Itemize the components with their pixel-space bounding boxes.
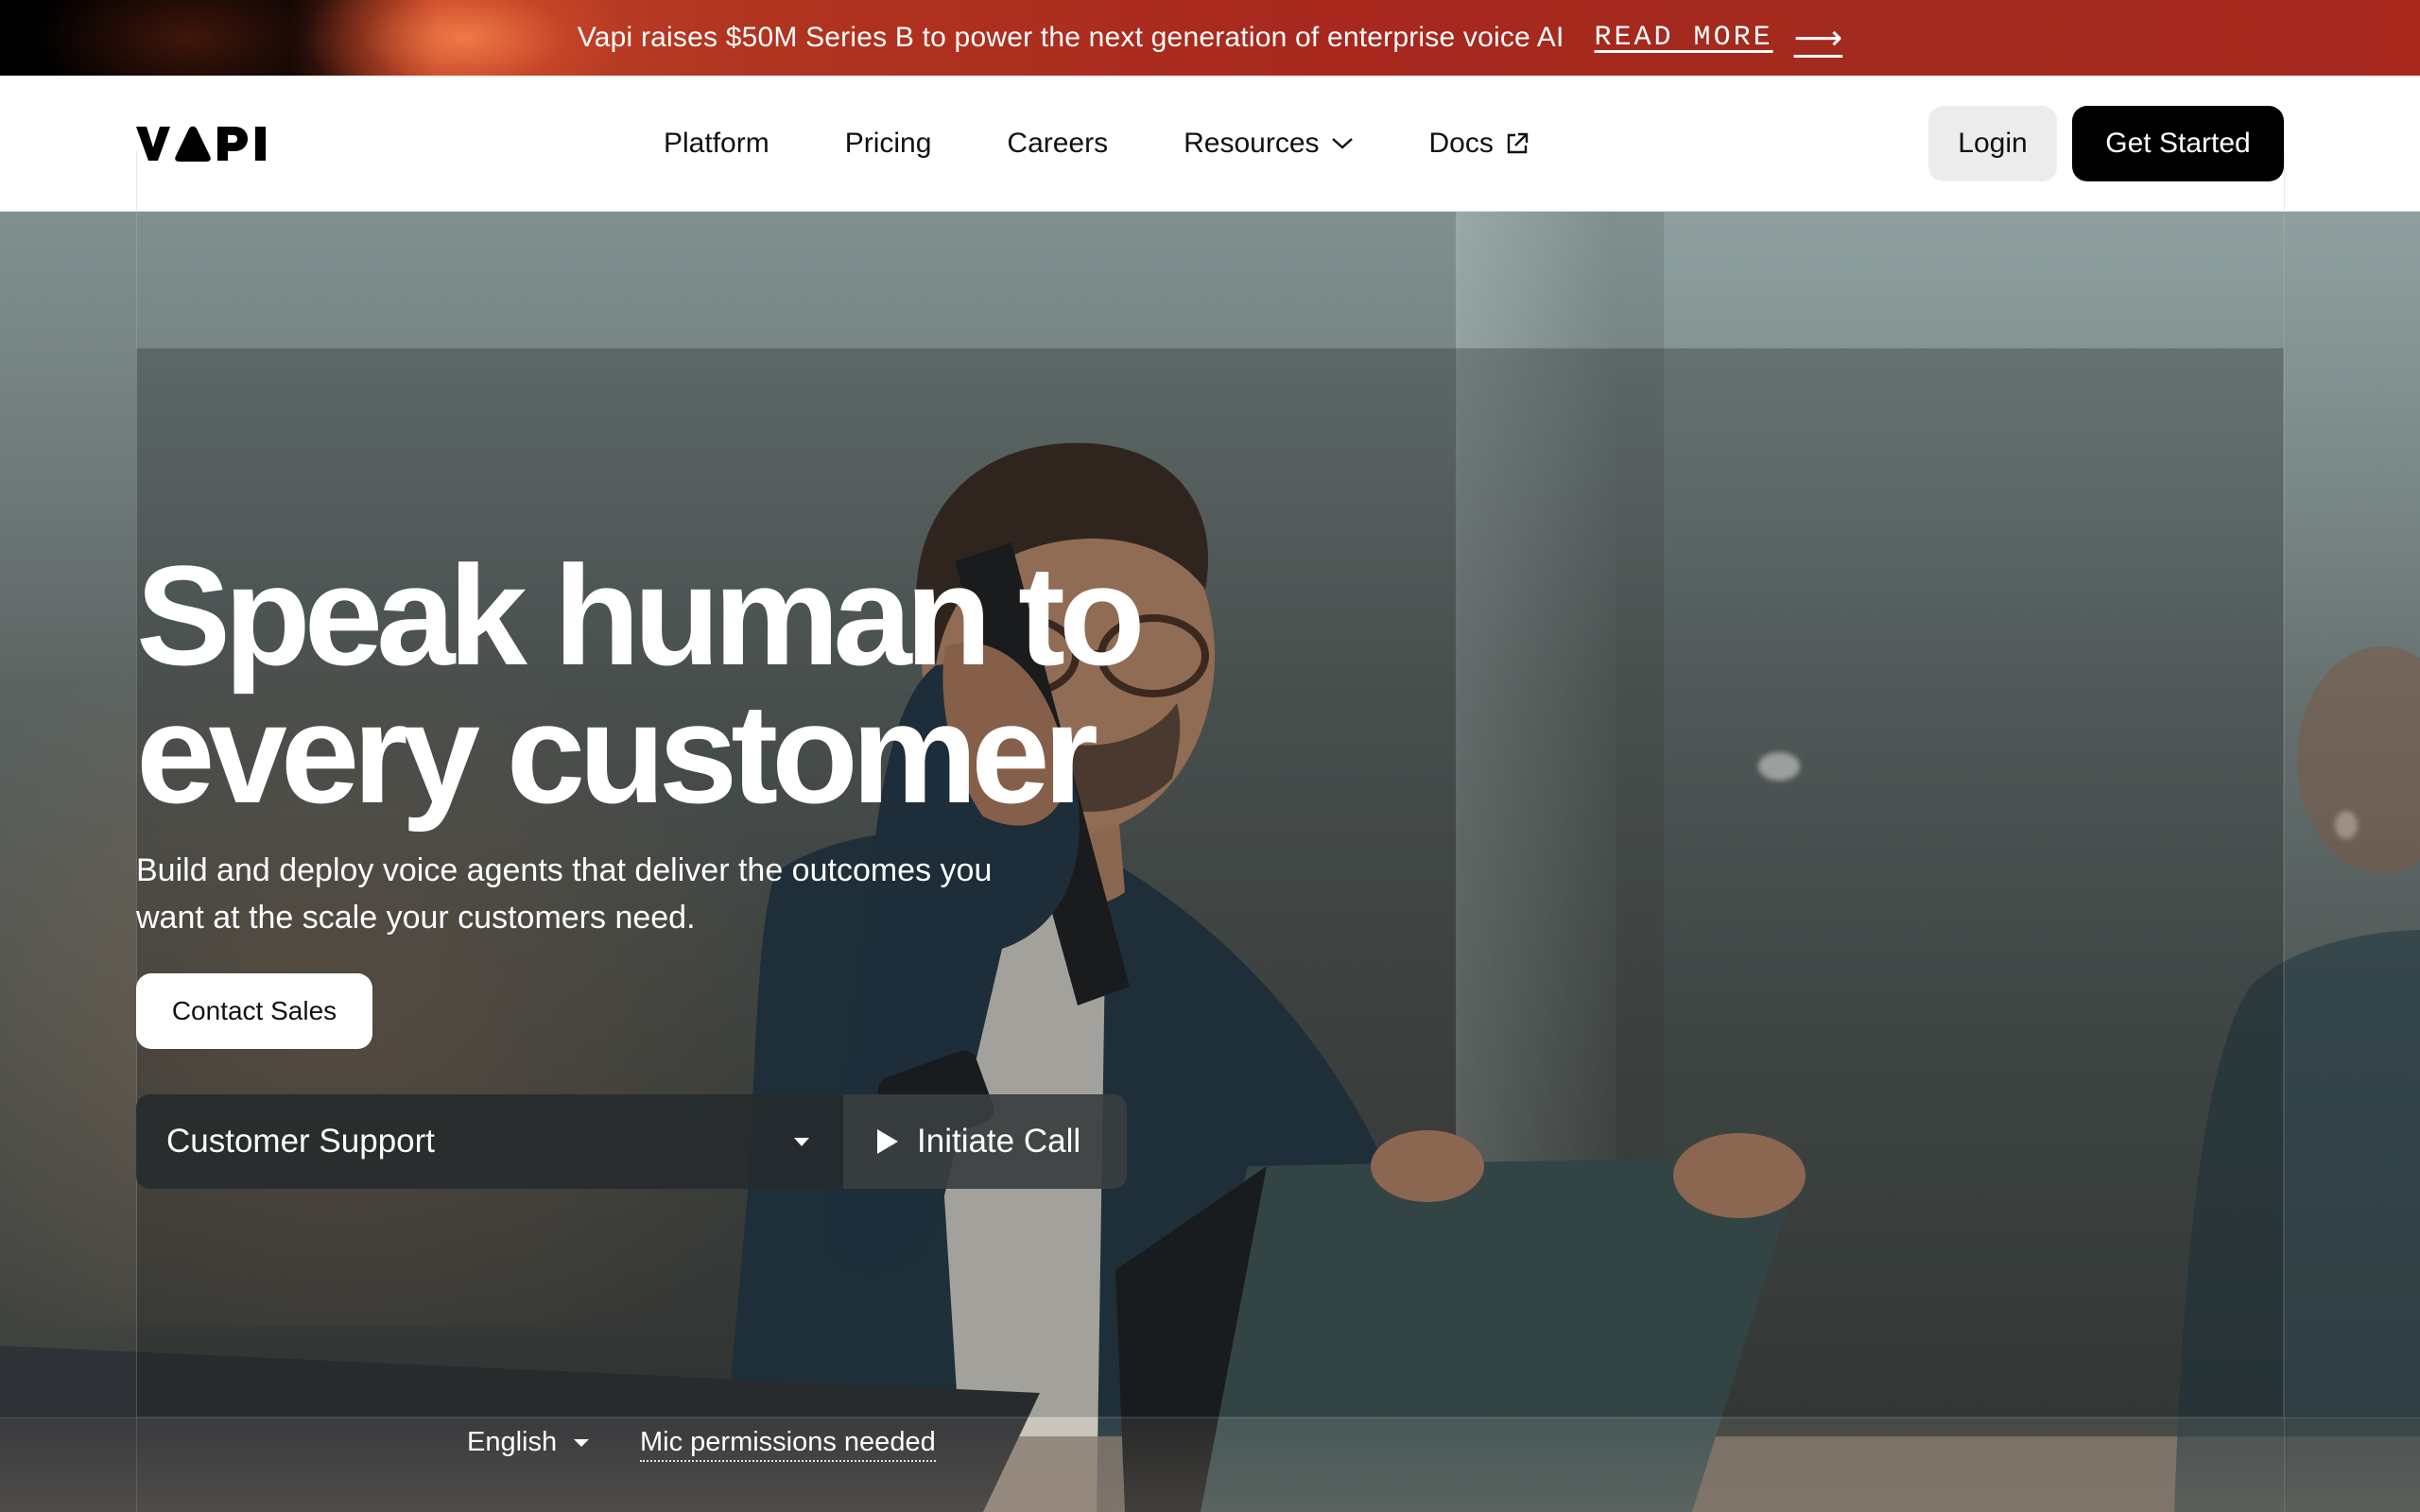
subtext-line-1: Build and deploy voice agents that deliv… xyxy=(136,852,993,888)
login-button[interactable]: Login xyxy=(1928,106,2057,181)
nav-link-careers[interactable]: Careers xyxy=(1007,128,1108,160)
background-desk xyxy=(0,1418,2420,1512)
chevron-down-icon xyxy=(1331,138,1353,149)
banner-flame-decoration xyxy=(302,0,624,76)
language-value: English xyxy=(467,1427,558,1457)
hero-subtext: Build and deploy voice agents that deliv… xyxy=(136,847,1081,941)
vapi-logo[interactable] xyxy=(136,125,268,163)
get-started-button[interactable]: Get Started xyxy=(2072,106,2284,181)
nav-link-docs[interactable]: Docs xyxy=(1429,128,1530,160)
caret-down-icon xyxy=(794,1137,809,1146)
agent-type-select[interactable]: Customer Support xyxy=(136,1094,843,1189)
banner-text: Vapi raises $50M Series B to power the n… xyxy=(577,22,1564,53)
read-more-label: READ MORE xyxy=(1594,22,1773,54)
read-more-link[interactable]: READ MORE ⟶ xyxy=(1595,19,1843,58)
headline-line-1: Speak human to xyxy=(136,536,1146,695)
call-widget: Customer Support Initiate Call xyxy=(136,1094,1127,1189)
nav-link-label: Careers xyxy=(1007,128,1109,159)
caret-down-icon xyxy=(574,1438,590,1447)
announcement-banner: Vapi raises $50M Series B to power the n… xyxy=(0,0,2420,76)
nav-link-label: Platform xyxy=(664,128,769,159)
banner-decoration xyxy=(38,0,340,76)
grid-line xyxy=(2284,212,2285,1512)
contact-sales-button[interactable]: Contact Sales xyxy=(136,973,372,1049)
grid-line xyxy=(2284,151,2285,212)
mic-permissions-link[interactable]: Mic permissions needed xyxy=(640,1427,936,1462)
arrow-right-icon: ⟶ xyxy=(1793,18,1843,58)
initiate-call-button[interactable]: Initiate Call xyxy=(843,1094,1127,1189)
agent-type-value: Customer Support xyxy=(166,1123,436,1160)
headline-line-2: every customer xyxy=(136,674,1098,833)
top-navigation: Platform Pricing Careers Resources Docs … xyxy=(0,76,2420,212)
nav-link-label: Pricing xyxy=(844,128,932,159)
play-icon xyxy=(877,1129,898,1154)
nav-link-label: Resources xyxy=(1184,128,1320,159)
nav-link-resources[interactable]: Resources xyxy=(1184,128,1353,160)
subtext-line-2: want at the scale your customers need. xyxy=(136,900,696,936)
nav-links: Platform Pricing Careers Resources Docs xyxy=(664,76,1530,212)
nav-link-platform[interactable]: Platform xyxy=(664,128,769,160)
initiate-call-label: Initiate Call xyxy=(917,1123,1081,1160)
nav-link-label: Docs xyxy=(1428,128,1494,159)
external-link-icon xyxy=(1507,132,1529,154)
language-select[interactable]: English xyxy=(467,1427,590,1458)
nav-link-pricing[interactable]: Pricing xyxy=(845,128,932,160)
hero-headline: Speak human to every customer xyxy=(136,536,1270,833)
hero-section: Speak human to every customer Build and … xyxy=(0,212,2420,1512)
